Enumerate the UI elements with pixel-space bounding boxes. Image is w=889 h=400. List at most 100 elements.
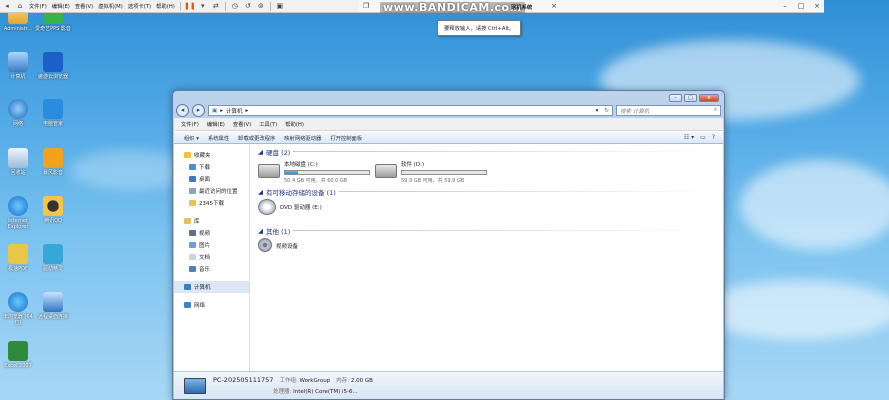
nav-favorites[interactable]: 收藏夹 bbox=[174, 149, 249, 161]
drive-usage-fill bbox=[285, 171, 299, 174]
menu-edit[interactable]: 编辑(E) bbox=[52, 2, 70, 10]
nav-pictures[interactable]: 图片 bbox=[174, 239, 249, 251]
refresh-icon[interactable]: ↻ bbox=[604, 108, 609, 114]
navigation-row: ◂ ▸ ▣ ▸ 计算机 ▸ ▾ ↻ 搜索 计算机 ⌕ bbox=[176, 103, 721, 118]
section-hard-disks[interactable]: ◢ 硬盘 (2) bbox=[258, 147, 715, 157]
close-icon[interactable]: × bbox=[811, 1, 823, 11]
recent-places-icon bbox=[189, 188, 196, 194]
revert-snapshot-icon[interactable]: ↺ bbox=[244, 2, 252, 10]
desktop-icon-maxthon[interactable]: 傲游云浏览器 bbox=[35, 52, 71, 80]
menu-view[interactable]: 查看(V) bbox=[75, 2, 93, 10]
menu-vm[interactable]: 虚拟机(M) bbox=[98, 2, 123, 10]
view-options-icon[interactable]: ☷ ▾ bbox=[684, 134, 694, 141]
documents-icon bbox=[189, 254, 196, 260]
drive-c[interactable]: 本地磁盘 (C:) 50.4 GB 可用，共 60.0 GB bbox=[258, 160, 370, 184]
window-restore-icon[interactable]: ❐ bbox=[360, 1, 372, 11]
nav-videos[interactable]: 视频 bbox=[174, 227, 249, 239]
nav-computer[interactable]: 计算机 bbox=[174, 281, 249, 293]
breadcrumb-computer[interactable]: 计算机 bbox=[226, 107, 243, 115]
collapse-icon[interactable]: ◢ bbox=[258, 227, 263, 235]
nav-recent[interactable]: 最近访问的位置 bbox=[174, 185, 249, 197]
computer-icon bbox=[184, 284, 191, 290]
nav-2345-downloads[interactable]: 2345下载 bbox=[174, 197, 249, 209]
close-button[interactable]: × bbox=[699, 94, 719, 102]
forward-button[interactable]: ▸ bbox=[192, 104, 205, 117]
menu-edit[interactable]: 编辑(E) bbox=[207, 120, 225, 128]
baofeng-icon bbox=[43, 148, 63, 168]
open-control-panel-button[interactable]: 打开控制面板 bbox=[330, 134, 362, 142]
desktop-icon-network[interactable]: 网络 bbox=[0, 99, 36, 127]
desktop-icon-recycle[interactable]: 回收站 bbox=[0, 148, 36, 176]
desktop-icon-ie[interactable]: Internet Explorer bbox=[0, 196, 36, 230]
minimize-icon[interactable]: – bbox=[779, 1, 791, 11]
desktop-icon-driver[interactable]: 驱动精灵 bbox=[35, 244, 71, 272]
collapse-icon[interactable]: ◢ bbox=[258, 188, 263, 196]
content-pane: ◢ 硬盘 (2) 本地磁盘 (C:) 50.4 GB 可用，共 60.0 GB 软… bbox=[250, 144, 723, 371]
desktop-icon-baofeng[interactable]: 暴风影音 bbox=[35, 148, 71, 176]
desktop-icon-qq[interactable]: 腾讯QQ bbox=[35, 196, 71, 224]
desktop-icon-rdp[interactable]: 远程桌面连接 bbox=[35, 292, 71, 320]
menu-help[interactable]: 帮助(H) bbox=[156, 2, 175, 10]
menu-tabs[interactable]: 选项卡(T) bbox=[128, 2, 151, 10]
map-network-drive-button[interactable]: 映射网络驱动器 bbox=[284, 134, 321, 142]
snapshot-icon[interactable]: ◷ bbox=[231, 2, 239, 10]
drive-name: 本地磁盘 (C:) bbox=[284, 162, 318, 168]
desktop-icon-computer[interactable]: 计算机 bbox=[0, 52, 36, 80]
drive-free-space: 59.9 GB 可用，共 59.9 GB bbox=[401, 178, 465, 184]
collapse-icon[interactable]: ◢ bbox=[258, 148, 263, 156]
menu-file[interactable]: 文件(F) bbox=[29, 2, 47, 10]
system-properties-button[interactable]: 系统属性 bbox=[208, 134, 229, 142]
send-keys-icon[interactable]: ⇄ bbox=[212, 2, 220, 10]
nav-network[interactable]: 网络 bbox=[174, 299, 249, 311]
details-pane: PC-202505111757 工作组: WorkGroup 内存: 2.00 … bbox=[174, 371, 723, 399]
drive-name: 软件 (D:) bbox=[401, 162, 425, 168]
section-other[interactable]: ◢ 其他 (1) bbox=[258, 226, 715, 236]
memory: 内存: 2.00 GB bbox=[336, 378, 373, 384]
drive-d[interactable]: 软件 (D:) 59.9 GB 可用，共 59.9 GB bbox=[375, 160, 487, 184]
video-device[interactable]: 视频设备 bbox=[258, 238, 298, 252]
address-bar[interactable]: ▣ ▸ 计算机 ▸ ▾ ↻ bbox=[208, 105, 613, 116]
search-placeholder: 搜索 计算机 bbox=[620, 108, 650, 115]
ie-icon bbox=[8, 292, 28, 312]
desktop-icon-pdf[interactable]: 极速PDF bbox=[0, 244, 36, 272]
desktop-icon-pcmanager[interactable]: 电脑管家 bbox=[35, 99, 71, 127]
nav-documents[interactable]: 文档 bbox=[174, 251, 249, 263]
dvd-drive-icon bbox=[258, 199, 276, 215]
nav-music[interactable]: 音乐 bbox=[174, 263, 249, 275]
home-icon[interactable]: ⌂ bbox=[16, 2, 24, 10]
menu-tools[interactable]: 工具(T) bbox=[259, 120, 277, 128]
details-row: 处理器: Intel(R) Core(TM) i5-6... bbox=[273, 389, 358, 395]
search-input[interactable]: 搜索 计算机 ⌕ bbox=[616, 105, 721, 116]
minimize-button[interactable]: – bbox=[669, 94, 682, 102]
network-globe-icon bbox=[8, 99, 28, 119]
fullscreen-icon[interactable]: ▣ bbox=[276, 2, 284, 10]
organize-button[interactable]: 组织 ▾ bbox=[184, 134, 199, 142]
menu-file[interactable]: 文件(F) bbox=[181, 120, 199, 128]
back-icon[interactable]: ◂ bbox=[3, 2, 11, 10]
back-button[interactable]: ◂ bbox=[176, 104, 189, 117]
drive-dvd[interactable]: DVD 驱动器 (E:) bbox=[258, 199, 322, 215]
bandicam-watermark: www.BANDICAM.com bbox=[380, 2, 525, 13]
preview-pane-icon[interactable]: ▭ bbox=[700, 134, 706, 141]
section-removable[interactable]: ◢ 有可移动存储的设备 (1) bbox=[258, 187, 715, 197]
nav-desktop[interactable]: 桌面 bbox=[174, 173, 249, 185]
desktop-icon-ie64[interactable]: IE浏览器 (64位) bbox=[0, 292, 36, 326]
pause-icon[interactable]: ❚❚ bbox=[184, 2, 196, 10]
nav-downloads[interactable]: 下载 bbox=[174, 161, 249, 173]
dropdown-icon[interactable]: ▾ bbox=[199, 2, 207, 10]
snapshot-manager-icon[interactable]: ⊚ bbox=[257, 2, 265, 10]
desktop-icon-excel[interactable]: Excel 2007 bbox=[0, 341, 36, 369]
help-icon[interactable]: ? bbox=[712, 134, 715, 141]
maximize-button[interactable]: □ bbox=[684, 94, 697, 102]
explorer-window: – □ × ◂ ▸ ▣ ▸ 计算机 ▸ ▾ ↻ 搜索 计算机 ⌕ 文件(F) 编… bbox=[172, 90, 725, 400]
uninstall-program-button[interactable]: 卸载或更改程序 bbox=[238, 134, 275, 142]
address-dropdown-icon[interactable]: ▾ bbox=[596, 108, 599, 114]
videos-icon bbox=[189, 230, 196, 236]
tab-close-icon[interactable]: × bbox=[548, 1, 560, 11]
maximize-icon[interactable]: □ bbox=[795, 1, 807, 11]
qq-penguin-icon bbox=[43, 196, 63, 216]
nav-libraries[interactable]: 库 bbox=[174, 215, 249, 227]
menu-help[interactable]: 帮助(H) bbox=[285, 120, 304, 128]
device-name: 视频设备 bbox=[276, 244, 299, 250]
menu-view[interactable]: 查看(V) bbox=[233, 120, 251, 128]
